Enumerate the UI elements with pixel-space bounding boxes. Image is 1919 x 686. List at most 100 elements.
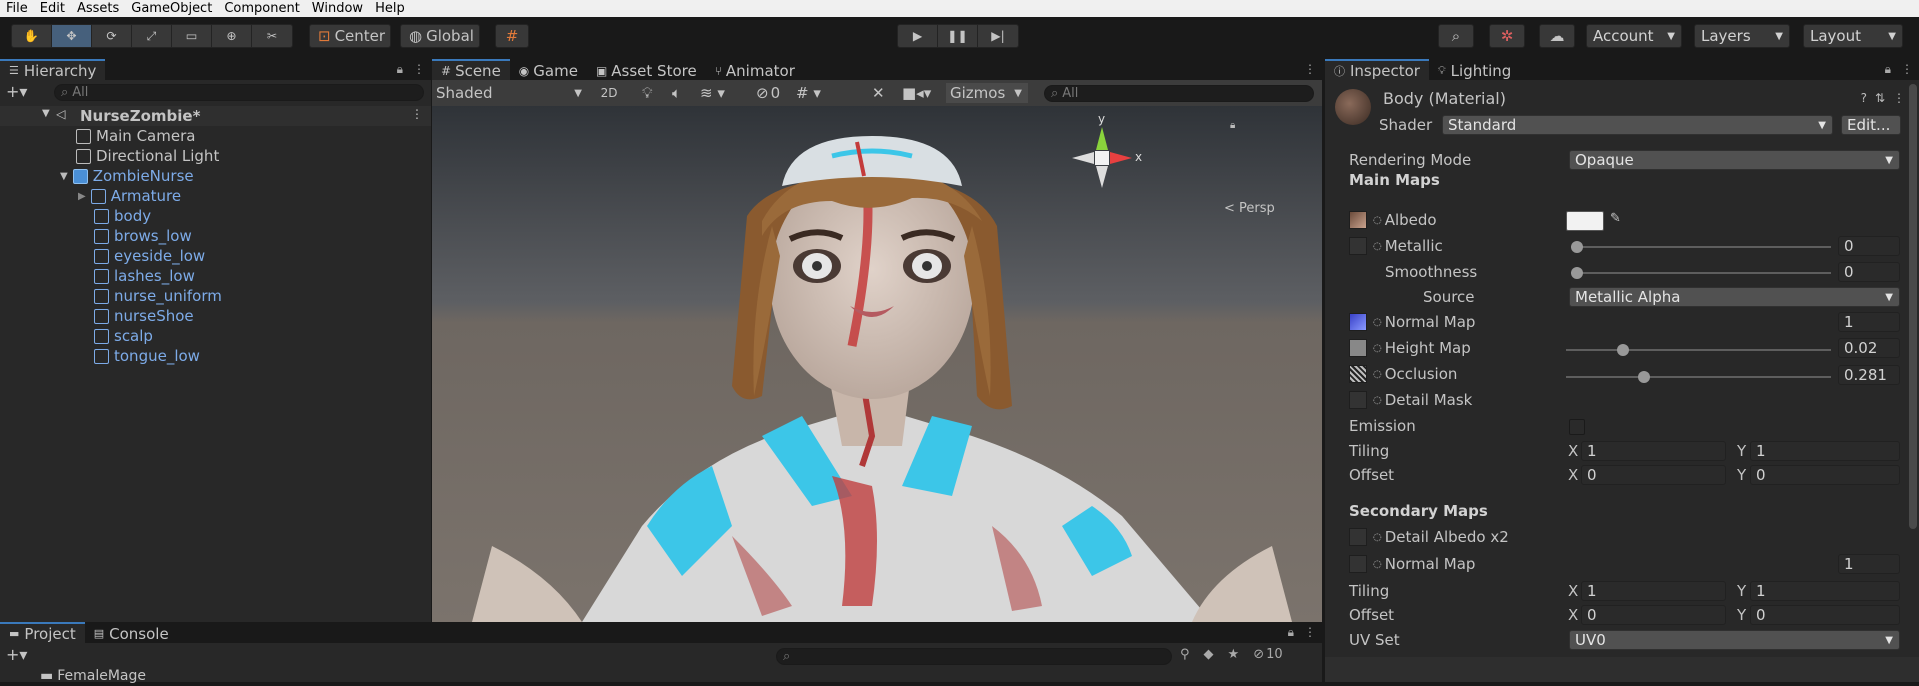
- filter-type-icon[interactable]: ⚲: [1180, 647, 1190, 662]
- move-tool-icon[interactable]: ✥: [52, 25, 92, 47]
- occlusion-texture-slot[interactable]: [1349, 365, 1367, 383]
- 2d-toggle-button[interactable]: 2D: [594, 83, 624, 103]
- list-item[interactable]: brows_low: [94, 226, 192, 246]
- hand-tool-icon[interactable]: ✋: [12, 25, 52, 47]
- lock-icon[interactable]: 🔒︎: [1288, 625, 1294, 640]
- create-asset-button[interactable]: +▾: [6, 645, 27, 664]
- tab-console[interactable]: ▤ Console: [85, 622, 178, 643]
- tab-scene[interactable]: # Scene: [432, 59, 510, 80]
- scene-search-input[interactable]: ⌕ All: [1044, 85, 1314, 102]
- height-map-input[interactable]: 0.02: [1838, 338, 1900, 358]
- edit-shader-button[interactable]: Edit...: [1841, 115, 1901, 135]
- hierarchy-search-input[interactable]: ⌕ All: [54, 84, 424, 101]
- list-item[interactable]: Directional Light: [76, 146, 219, 166]
- detail-mask-texture-slot[interactable]: [1349, 391, 1367, 409]
- lock-icon[interactable]: 🔒︎: [397, 62, 403, 77]
- chevron-right-icon[interactable]: ▶: [78, 191, 86, 202]
- rendering-mode-dropdown[interactable]: Opaque ▼: [1569, 150, 1900, 170]
- collab-icon[interactable]: ✲: [1489, 24, 1525, 48]
- eyedropper-icon[interactable]: ✎: [1610, 211, 1621, 226]
- list-item[interactable]: nurse_uniform: [94, 286, 222, 306]
- pivot-center-button[interactable]: ⊡ Center: [309, 24, 391, 48]
- menu-assets[interactable]: Assets: [71, 0, 125, 17]
- more-icon[interactable]: ⋮: [1901, 62, 1913, 77]
- normal-map-scale-input[interactable]: 1: [1838, 312, 1900, 332]
- list-item[interactable]: Main Camera: [76, 126, 195, 146]
- detail-normal-scale-input[interactable]: 1: [1838, 554, 1900, 574]
- menu-file[interactable]: File: [0, 0, 34, 17]
- gizmos-dropdown[interactable]: Gizmos ▼: [946, 83, 1028, 103]
- preset-icon[interactable]: ⇅: [1875, 91, 1885, 105]
- metallic-slider[interactable]: [1571, 241, 1831, 253]
- tiling-x-input[interactable]: 1: [1581, 441, 1726, 461]
- favorite-icon[interactable]: ★: [1228, 647, 1240, 662]
- account-dropdown[interactable]: Account ▼: [1586, 24, 1682, 48]
- height-map-slider[interactable]: [1566, 344, 1831, 356]
- tiling2-x-input[interactable]: 1: [1581, 581, 1726, 601]
- height-map-slider-knob[interactable]: [1617, 344, 1630, 356]
- grid-toggle-icon[interactable]: # ▾: [796, 83, 821, 103]
- list-item[interactable]: lashes_low: [94, 266, 195, 286]
- list-item[interactable]: body: [94, 206, 151, 226]
- metallic-slider-knob[interactable]: [1571, 241, 1583, 253]
- pause-icon[interactable]: ❚❚: [938, 25, 978, 47]
- smoothness-input[interactable]: 0: [1838, 262, 1900, 282]
- more-icon[interactable]: ⋮: [413, 62, 425, 77]
- layers-dropdown[interactable]: Layers ▼: [1694, 24, 1790, 48]
- tab-inspector[interactable]: ⓘ Inspector: [1325, 59, 1429, 80]
- tab-hierarchy[interactable]: ☰ Hierarchy: [0, 59, 106, 80]
- hidden-objects-icon[interactable]: ⊘ 0: [756, 83, 780, 103]
- detail-normal-texture-slot[interactable]: [1349, 555, 1367, 573]
- more-icon[interactable]: ⋮: [411, 107, 423, 121]
- offset2-x-input[interactable]: 0: [1581, 605, 1726, 625]
- orientation-gizmo[interactable]: y x: [1062, 112, 1142, 202]
- height-map-texture-slot[interactable]: [1349, 339, 1367, 357]
- more-icon[interactable]: ⋮: [1893, 91, 1905, 105]
- transform-tool-icon[interactable]: ⊕: [212, 25, 252, 47]
- lock-icon[interactable]: 🔒︎: [1885, 62, 1891, 77]
- help-icon[interactable]: ?: [1861, 91, 1867, 105]
- menu-help[interactable]: Help: [369, 0, 411, 17]
- effects-toggle-icon[interactable]: ≋ ▾: [700, 83, 725, 103]
- cloud-icon[interactable]: ☁: [1539, 24, 1575, 48]
- camera-icon[interactable]: ■◂▾: [902, 83, 931, 103]
- search-icon[interactable]: ⌕: [1438, 24, 1474, 48]
- metallic-input[interactable]: 0: [1838, 236, 1900, 256]
- menu-window[interactable]: Window: [306, 0, 369, 17]
- chevron-down-icon[interactable]: ▼: [42, 108, 50, 119]
- grid-snap-icon[interactable]: #: [495, 24, 529, 48]
- detail-albedo-texture-slot[interactable]: [1349, 528, 1367, 546]
- normal-map-texture-slot[interactable]: [1349, 313, 1367, 331]
- list-item[interactable]: ▶ Armature: [78, 186, 181, 206]
- step-icon[interactable]: ▶|: [978, 25, 1018, 47]
- emission-checkbox[interactable]: [1569, 419, 1585, 435]
- add-object-button[interactable]: +▾: [6, 82, 27, 101]
- pivot-global-button[interactable]: ◍ Global: [400, 24, 480, 48]
- tiling-y-input[interactable]: 1: [1750, 441, 1900, 461]
- smoothness-slider-knob[interactable]: [1571, 267, 1583, 279]
- menu-edit[interactable]: Edit: [34, 0, 71, 17]
- albedo-color-swatch[interactable]: [1566, 211, 1604, 231]
- custom-tool-icon[interactable]: ✂: [252, 25, 292, 47]
- list-item[interactable]: scalp: [94, 326, 153, 346]
- tab-asset-store[interactable]: ▣ Asset Store: [587, 59, 706, 80]
- inspector-scrollbar[interactable]: [1909, 84, 1917, 529]
- folder-row[interactable]: ▬ FemaleMage: [40, 666, 146, 686]
- more-icon[interactable]: ⋮: [1304, 62, 1316, 76]
- tab-animator[interactable]: ⑂ Animator: [706, 59, 804, 80]
- persp-label[interactable]: < Persp: [1224, 201, 1275, 216]
- scene-row[interactable]: ▼ ◁ NurseZombie* ⋮: [0, 106, 431, 126]
- albedo-texture-slot[interactable]: [1349, 211, 1367, 229]
- project-search-input[interactable]: ⌕: [776, 648, 1172, 665]
- source-dropdown[interactable]: Metallic Alpha ▼: [1569, 287, 1900, 307]
- more-icon[interactable]: ⋮: [1304, 625, 1316, 640]
- shading-mode-dropdown[interactable]: Shaded ▼: [436, 83, 586, 103]
- uv-set-dropdown[interactable]: UV0 ▼: [1569, 630, 1900, 650]
- offset-x-input[interactable]: 0: [1581, 465, 1726, 485]
- audio-toggle-icon[interactable]: 🔈︎: [672, 83, 681, 103]
- list-item[interactable]: nurseShoe: [94, 306, 194, 326]
- tools-icon[interactable]: ✕: [872, 83, 885, 103]
- rect-tool-icon[interactable]: ▭: [172, 25, 212, 47]
- hidden-packages-icon[interactable]: ⊘ 10: [1253, 647, 1282, 662]
- tab-project[interactable]: ▬ Project: [0, 622, 85, 643]
